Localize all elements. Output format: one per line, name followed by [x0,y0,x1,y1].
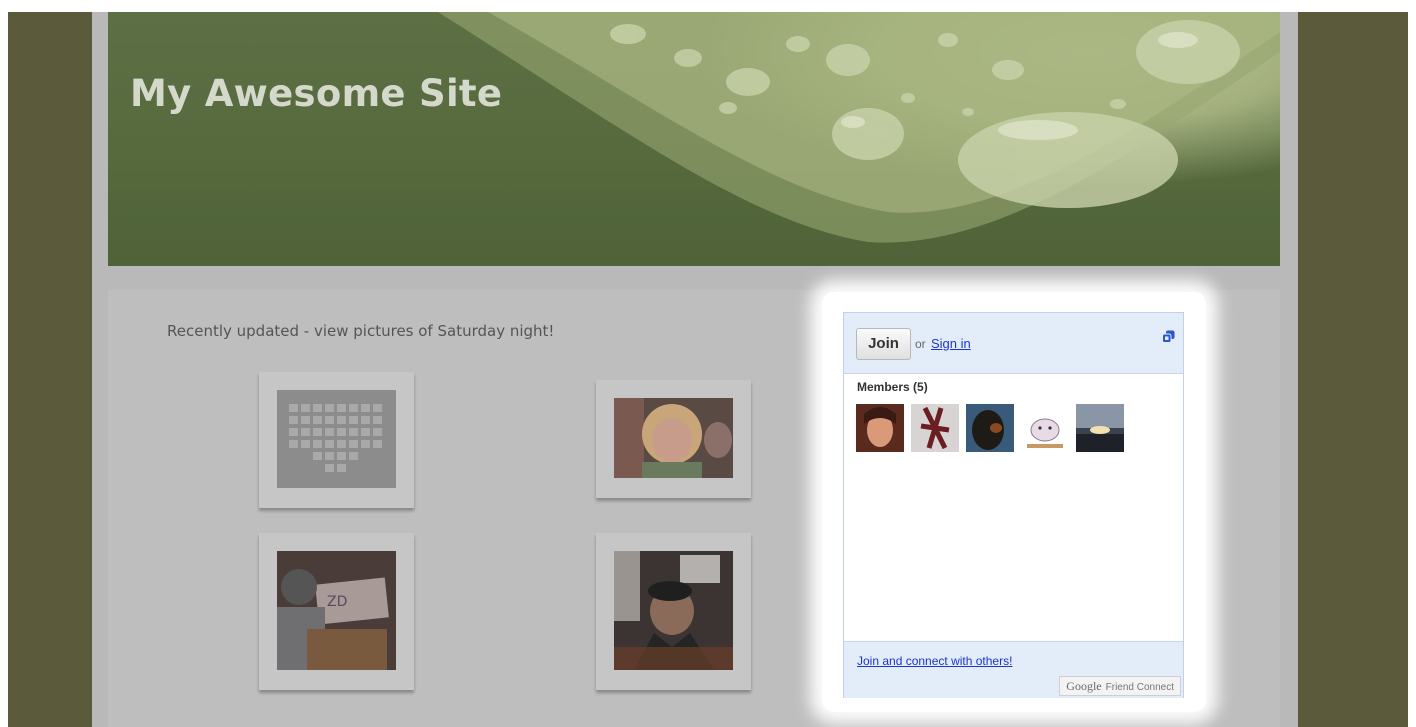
leaf-water-drops-image [438,12,1280,243]
members-count-label: Members (5) [857,380,928,394]
photo-thumbnail-woman[interactable] [596,380,751,498]
site-title: My Awesome Site [130,72,503,115]
gadget-footer: Join and connect with others! Google Frie… [844,641,1183,698]
friend-connect-label: Friend Connect [1105,682,1174,693]
or-text: or [915,337,926,351]
google-logo-text: Google [1066,679,1102,693]
smiling-woman-image [614,398,733,478]
gadget-header: Join or Sign in [844,313,1183,374]
photo-thumbnail-collage[interactable] [259,372,414,508]
site-header-banner [108,12,1280,266]
member-avatar-5[interactable] [1076,404,1124,452]
join-button[interactable]: Join [856,328,911,360]
photo-thumbnail-cap[interactable] [596,533,751,690]
collage-image [277,390,396,488]
sign-in-link[interactable]: Sign in [931,336,971,351]
svg-text:ZD: ZD [327,594,347,610]
join-connect-link[interactable]: Join and connect with others! [857,654,1012,668]
member-avatar-3[interactable] [966,404,1014,452]
member-avatar-1[interactable] [856,404,904,452]
person-in-cap-image [614,551,733,670]
recent-update-heading: Recently updated - view pictures of Satu… [167,322,555,340]
person-drawing-image: ZD [277,551,396,670]
member-avatar-2[interactable] [911,404,959,452]
google-friend-connect-badge[interactable]: Google Friend Connect [1059,676,1181,696]
popout-window-icon[interactable] [1162,330,1175,348]
friend-connect-gadget: Join or Sign in Members (5) Join and con… [843,312,1184,698]
member-avatar-4[interactable] [1021,404,1069,452]
photo-thumbnail-drawing[interactable]: ZD [259,533,414,690]
